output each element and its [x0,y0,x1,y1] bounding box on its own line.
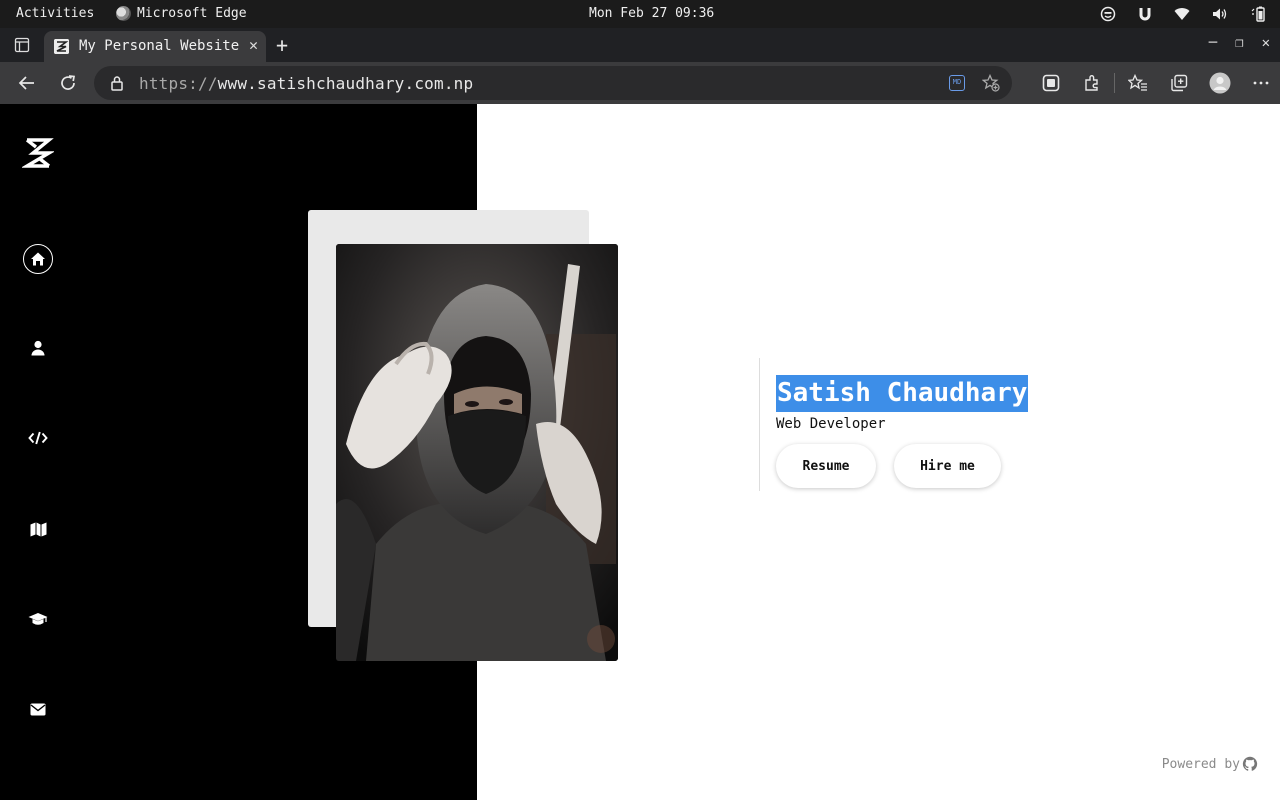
envelope-icon [30,703,46,715]
tab-active[interactable]: My Personal Website ✕ [44,31,266,62]
code-icon [28,431,48,445]
close-window-icon[interactable]: ✕ [1262,35,1270,51]
sidebar-item-education[interactable] [23,604,53,634]
profile-photo [336,244,618,661]
toolbar-divider [1114,73,1115,93]
navigation-bar: https://www.satishchaudhary.com.np MD [0,62,1280,104]
tab-actions-icon[interactable] [14,37,30,53]
battery-icon[interactable] [1250,6,1266,22]
tab-close-icon[interactable]: ✕ [249,36,258,54]
back-icon[interactable] [16,72,38,94]
sidebar-item-about[interactable] [23,333,53,363]
toolbar-icons [1030,72,1280,94]
favorites-icon[interactable] [1117,72,1158,94]
hero-actions: Resume Hire me [776,444,1028,488]
hooded-person-image [336,244,618,661]
user-icon [31,340,45,356]
lock-icon[interactable] [110,75,124,91]
system-tray[interactable] [1100,4,1266,24]
minimize-icon[interactable]: ─ [1209,35,1217,51]
powered-by-label: Powered by [1161,756,1240,772]
window-controls: ─ ❐ ✕ [1209,35,1270,51]
web-page: Satish Chaudhary Web Developer Resume Hi… [0,104,1280,800]
hero-name: Satish Chaudhary [776,375,1029,412]
new-tab-button[interactable]: + [276,33,288,57]
intro-block: Satish Chaudhary Web Developer Resume Hi… [759,358,1029,491]
address-bar[interactable]: https://www.satishchaudhary.com.np MD [94,66,1012,100]
sidebar-nav [0,104,76,800]
site-logo[interactable] [22,136,54,170]
activities-button[interactable]: Activities [16,6,94,21]
graduation-cap-icon [28,612,48,625]
add-favorite-icon[interactable] [982,74,1000,92]
md-badge[interactable]: MD [949,75,965,91]
app-name: Microsoft Edge [137,6,247,21]
map-icon [30,522,46,536]
github-icon[interactable] [1242,756,1258,772]
wifi-icon[interactable] [1174,7,1190,21]
tab-strip: My Personal Website ✕ + ─ ❐ ✕ [0,28,1280,62]
reader-icon[interactable] [1030,72,1071,94]
sidebar-item-portfolio[interactable] [23,514,53,544]
home-icon [31,252,45,266]
resume-button[interactable]: Resume [776,444,876,488]
site-favicon [54,39,69,54]
tab-title: My Personal Website [79,38,240,54]
refresh-icon[interactable] [57,72,79,94]
extensions-icon[interactable] [1071,72,1112,94]
hire-me-button[interactable]: Hire me [894,444,1001,488]
sidebar-item-contact[interactable] [23,694,53,724]
clock[interactable]: Mon Feb 27 09:36 [589,6,714,21]
powered-by[interactable]: Powered by [1162,756,1258,772]
system-top-bar: Activities Microsoft Edge Mon Feb 27 09:… [0,0,1280,28]
more-options-icon[interactable] [1240,72,1280,94]
emoji-icon[interactable] [1100,6,1116,22]
sidebar-item-skills[interactable] [23,423,53,453]
profile-avatar[interactable] [1199,72,1240,94]
collections-icon[interactable] [1158,72,1199,94]
edge-app-icon [116,6,131,21]
magnet-icon[interactable] [1138,6,1152,22]
hero-role: Web Developer [776,416,886,432]
url-text[interactable]: https://www.satishchaudhary.com.np [139,74,473,93]
sidebar-item-home[interactable] [23,244,53,274]
app-menu[interactable]: Microsoft Edge [116,6,247,21]
restore-icon[interactable]: ❐ [1235,35,1243,51]
volume-icon[interactable] [1212,7,1228,21]
